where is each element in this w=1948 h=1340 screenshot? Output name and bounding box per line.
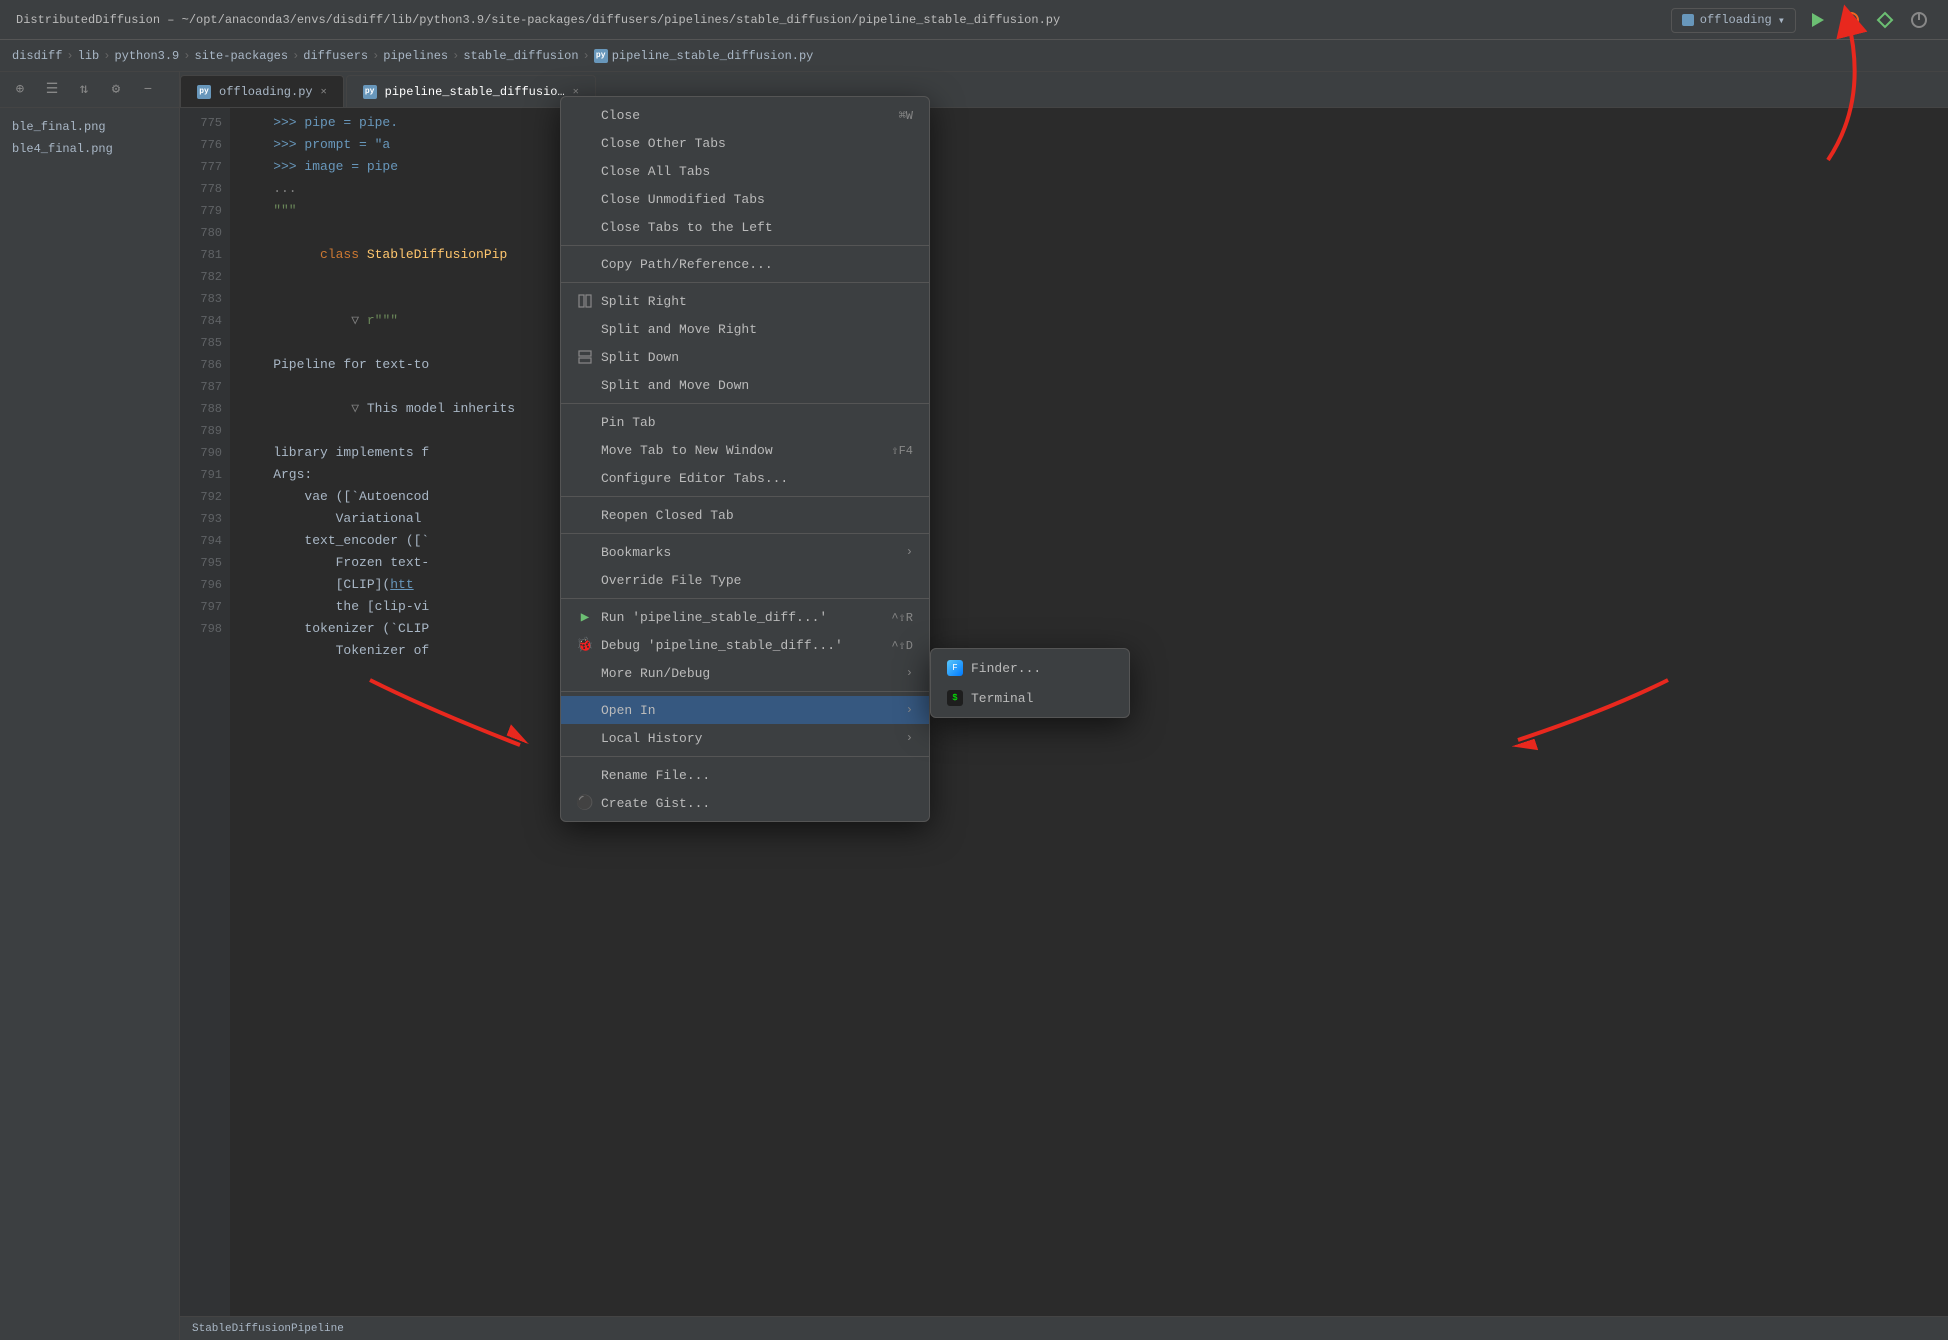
menu-item-split-down[interactable]: Split Down (561, 343, 929, 371)
editor-area[interactable]: 775 776 777 778 779 780 781 782 783 784 … (180, 108, 1948, 1340)
menu-item-override-filetype[interactable]: Override File Type (561, 566, 929, 594)
run-button[interactable] (1804, 7, 1830, 33)
tab-offloading-label: offloading.py (219, 85, 313, 99)
separator-8 (561, 756, 929, 757)
breadcrumb-lib[interactable]: lib (78, 49, 100, 63)
tab-offloading-icon: py (197, 85, 211, 99)
sidebar-file-ble[interactable]: ble_final.png (0, 116, 179, 138)
menu-item-reopen-closed[interactable]: Reopen Closed Tab (561, 501, 929, 529)
tab-pipeline-label: pipeline_stable_diffusio… (385, 85, 565, 99)
separator-7 (561, 691, 929, 692)
python-file-icon: py (594, 49, 608, 63)
profile-button[interactable] (1906, 7, 1932, 33)
github-icon: ⚫ (577, 795, 593, 811)
separator-2 (561, 282, 929, 283)
collapse-button[interactable]: ☰ (40, 78, 64, 102)
menu-item-local-history[interactable]: Local History › (561, 724, 929, 752)
code-content: >>> pipe = pipe. >>> prompt = "a >>> ima… (230, 108, 1948, 1340)
menu-item-split-move-down[interactable]: Split and Move Down (561, 371, 929, 399)
menu-item-pin-tab[interactable]: Pin Tab (561, 408, 929, 436)
menu-item-close[interactable]: Close ⌘W (561, 101, 929, 129)
menu-item-configure-tabs[interactable]: Configure Editor Tabs... (561, 464, 929, 492)
menu-item-more-run-debug[interactable]: More Run/Debug › (561, 659, 929, 687)
menu-item-close-left[interactable]: Close Tabs to the Left (561, 213, 929, 241)
menu-item-copy-path[interactable]: Copy Path/Reference... (561, 250, 929, 278)
title-bar: DistributedDiffusion – ~/opt/anaconda3/e… (0, 0, 1948, 40)
line-numbers: 775 776 777 778 779 780 781 782 783 784 … (180, 108, 230, 1340)
window-title: DistributedDiffusion – ~/opt/anaconda3/e… (16, 13, 1060, 27)
close-menu-icon (577, 107, 593, 123)
breadcrumb-diffusers[interactable]: diffusers (303, 49, 368, 63)
breadcrumb-file[interactable]: py pipeline_stable_diffusion.py (594, 49, 814, 63)
menu-item-move-window[interactable]: Move Tab to New Window ⇧F4 (561, 436, 929, 464)
menu-item-split-right[interactable]: Split Right (561, 287, 929, 315)
sidebar-file-ble4[interactable]: ble4_final.png (0, 138, 179, 160)
menu-item-rename[interactable]: Rename File... (561, 761, 929, 789)
split-right-icon (577, 293, 593, 309)
menu-item-close-all[interactable]: Close All Tabs (561, 157, 929, 185)
separator-1 (561, 245, 929, 246)
terminal-icon: $ (947, 690, 963, 706)
main-layout: ble_final.png ble4_final.png 775 776 777… (0, 108, 1948, 1340)
menu-item-close-other[interactable]: Close Other Tabs (561, 129, 929, 157)
menu-item-debug[interactable]: 🐞 Debug 'pipeline_stable_diff...' ^⇧D (561, 631, 929, 659)
left-toolbar: ⊕ ☰ ⇅ ⚙ − (0, 72, 180, 108)
finder-icon: F (947, 660, 963, 676)
menu-item-open-in[interactable]: Open In › (561, 696, 929, 724)
coverage-button[interactable] (1872, 7, 1898, 33)
tab-offloading-close[interactable]: ✕ (321, 86, 327, 98)
python-run-icon (1682, 14, 1694, 26)
submenu-open-in: F Finder... $ Terminal (930, 648, 1130, 718)
sidebar: ble_final.png ble4_final.png (0, 108, 180, 1340)
menu-item-bookmarks[interactable]: Bookmarks › (561, 538, 929, 566)
run-config-label: offloading (1700, 13, 1772, 27)
menu-item-close-unmodified[interactable]: Close Unmodified Tabs (561, 185, 929, 213)
debug-button[interactable] (1838, 7, 1864, 33)
run-config-dropdown-arrow: ▾ (1778, 13, 1785, 28)
debug-menu-icon: 🐞 (577, 637, 593, 653)
breadcrumb-bar: disdiff › lib › python3.9 › site-package… (0, 40, 1948, 72)
navigate-back-button[interactable]: ⊕ (8, 78, 32, 102)
status-class-name: StableDiffusionPipeline (192, 1323, 344, 1335)
code-container: 775 776 777 778 779 780 781 782 783 784 … (180, 108, 1948, 1340)
top-toolbar: offloading ▾ (1671, 0, 1948, 40)
submenu-item-finder[interactable]: F Finder... (931, 653, 1129, 683)
separator-3 (561, 403, 929, 404)
settings-button[interactable]: ⚙ (104, 78, 128, 102)
tab-bar: py offloading.py ✕ py pipeline_stable_di… (180, 72, 1948, 108)
menu-item-split-move-right[interactable]: Split and Move Right (561, 315, 929, 343)
tab-offloading[interactable]: py offloading.py ✕ (180, 75, 344, 107)
separator-4 (561, 496, 929, 497)
context-menu: Close ⌘W Close Other Tabs Close All Tabs… (560, 96, 930, 822)
split-down-icon (577, 349, 593, 365)
separator-6 (561, 598, 929, 599)
breadcrumb-stable-diffusion[interactable]: stable_diffusion (463, 49, 578, 63)
sort-button[interactable]: ⇅ (72, 78, 96, 102)
menu-item-run[interactable]: ▶ Run 'pipeline_stable_diff...' ^⇧R (561, 603, 929, 631)
menu-item-create-gist[interactable]: ⚫ Create Gist... (561, 789, 929, 817)
separator-5 (561, 533, 929, 534)
breadcrumb-pipelines[interactable]: pipelines (383, 49, 448, 63)
breadcrumb-sitepackages[interactable]: site-packages (194, 49, 288, 63)
tab-pipeline[interactable]: py pipeline_stable_diffusio… ✕ (346, 75, 596, 107)
submenu-item-terminal[interactable]: $ Terminal (931, 683, 1129, 713)
status-bar: StableDiffusionPipeline (180, 1316, 1948, 1340)
breadcrumb-python39[interactable]: python3.9 (114, 49, 179, 63)
breadcrumb-disdiff[interactable]: disdiff (12, 49, 62, 63)
run-menu-icon: ▶ (577, 609, 593, 625)
run-config-button[interactable]: offloading ▾ (1671, 8, 1796, 33)
tab-pipeline-icon: py (363, 85, 377, 99)
minimize-button[interactable]: − (136, 78, 160, 102)
